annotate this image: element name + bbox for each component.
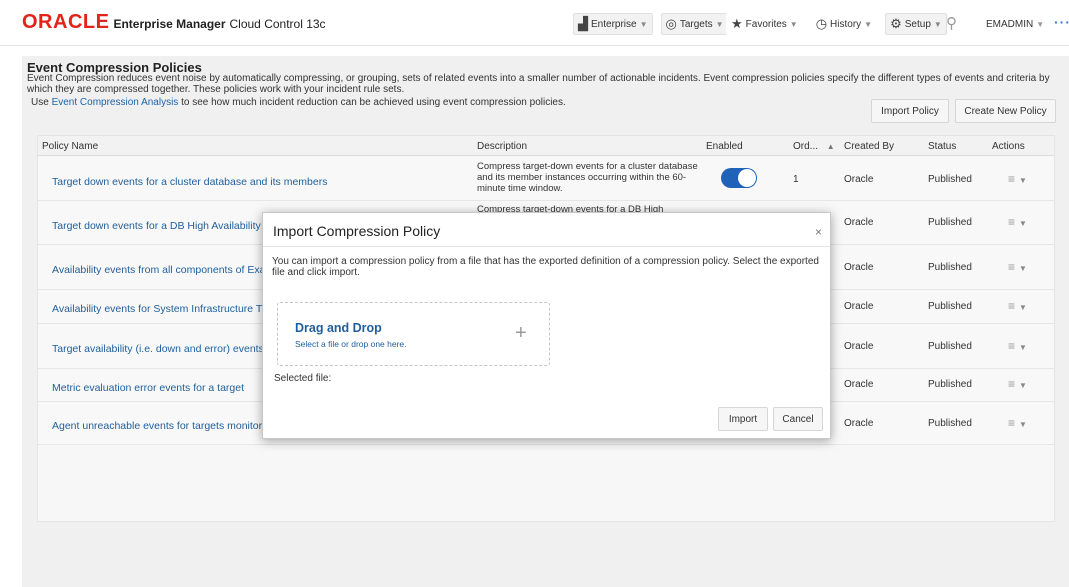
file-drop-zone[interactable]: Drag and Drop Select a file or drop one … <box>277 302 550 366</box>
cancel-button[interactable]: Cancel <box>773 407 823 431</box>
dialog-divider <box>263 246 830 247</box>
selected-file-label: Selected file: <box>274 373 332 384</box>
dialog-instructions: You can import a compression policy from… <box>272 256 819 278</box>
dialog-title: Import Compression Policy <box>273 223 441 239</box>
plus-icon: + <box>515 322 527 344</box>
drop-zone-hint: Select a file or drop one here. <box>295 339 407 349</box>
modal-overlay: Import Compression Policy × You can impo… <box>0 0 1069 587</box>
drop-zone-title: Drag and Drop <box>295 321 382 335</box>
import-button[interactable]: Import <box>718 407 768 431</box>
close-icon[interactable]: × <box>815 225 822 239</box>
import-compression-policy-dialog: Import Compression Policy × You can impo… <box>262 212 831 439</box>
